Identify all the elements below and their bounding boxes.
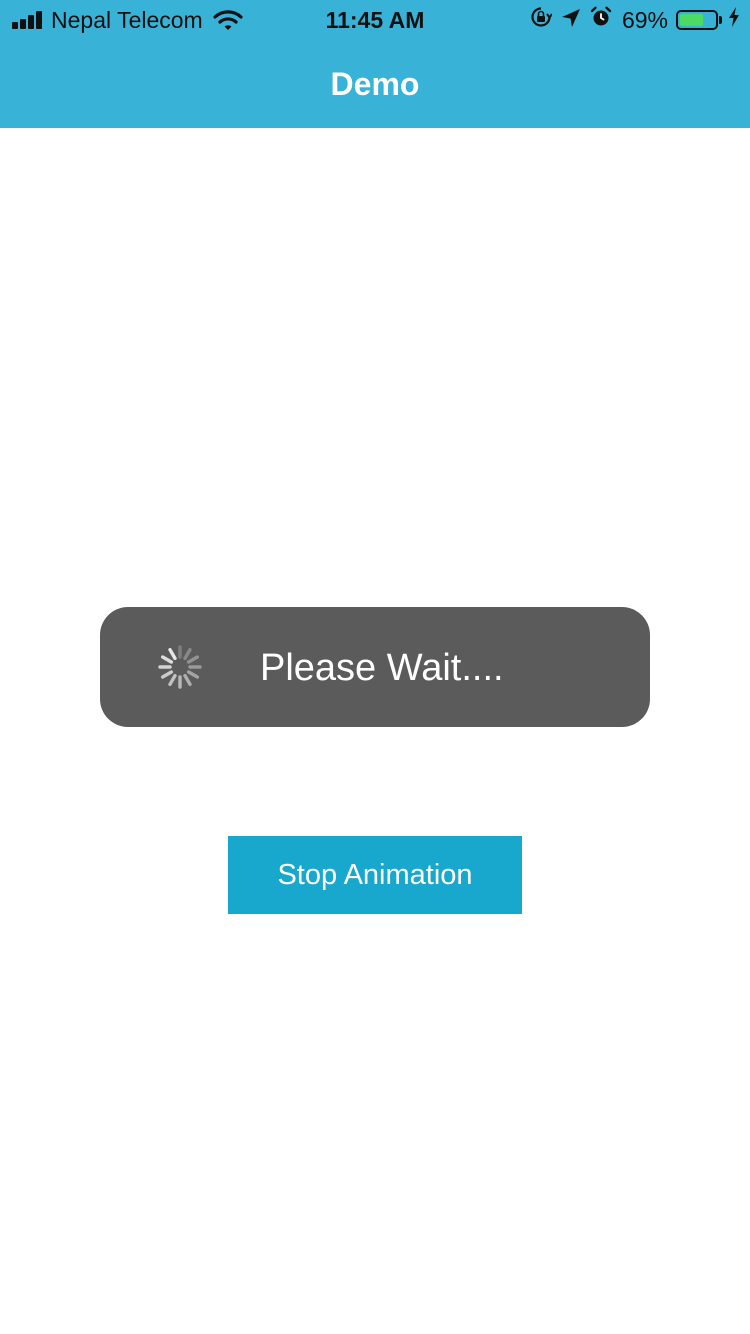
carrier-name: Nepal Telecom bbox=[51, 6, 203, 33]
loading-message: Please Wait.... bbox=[260, 647, 504, 689]
battery-tip bbox=[719, 16, 722, 24]
status-time: 11:45 AM bbox=[325, 7, 425, 33]
spinner-spoke bbox=[168, 673, 177, 687]
spinner-spoke bbox=[186, 655, 200, 664]
battery-level-fill bbox=[680, 14, 703, 26]
spinner-spoke bbox=[186, 670, 200, 679]
spinner-spoke bbox=[160, 670, 174, 679]
charging-bolt-icon bbox=[728, 6, 740, 34]
wifi-icon bbox=[213, 9, 243, 31]
spinner-spoke bbox=[168, 647, 177, 661]
spinner-spoke bbox=[160, 655, 174, 664]
orientation-lock-icon bbox=[530, 6, 553, 34]
signal-icon bbox=[12, 11, 44, 29]
spinner-spoke bbox=[183, 647, 192, 661]
spinner-spoke bbox=[183, 673, 192, 687]
battery-icon bbox=[676, 10, 718, 30]
status-bar: Nepal Telecom 11:45 AM 69% bbox=[0, 0, 750, 40]
alarm-icon bbox=[590, 6, 612, 34]
status-right: 69% bbox=[521, 6, 740, 34]
app-screen: Nepal Telecom 11:45 AM 69% Demo Please W… bbox=[0, 0, 750, 1334]
status-left: Nepal Telecom bbox=[12, 6, 243, 34]
battery-percent: 69% bbox=[621, 6, 668, 33]
spinner-icon bbox=[158, 645, 202, 689]
page-title: Demo bbox=[330, 66, 420, 102]
location-arrow-icon bbox=[561, 7, 581, 34]
header: Nepal Telecom 11:45 AM 69% Demo bbox=[0, 0, 750, 128]
stop-animation-button[interactable]: Stop Animation bbox=[228, 836, 522, 914]
